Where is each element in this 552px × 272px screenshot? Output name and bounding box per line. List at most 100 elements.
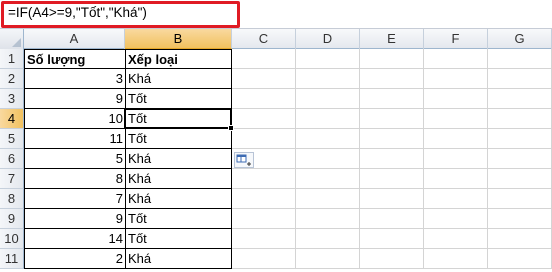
- cell-f5[interactable]: [424, 129, 488, 149]
- paste-options-icon[interactable]: [234, 152, 254, 168]
- cell-f2[interactable]: [424, 69, 488, 89]
- cell-c4[interactable]: [232, 109, 296, 129]
- row-header-6[interactable]: 6: [0, 149, 24, 169]
- row-header-4[interactable]: 4: [0, 109, 24, 129]
- cell-g10[interactable]: [488, 229, 552, 249]
- row-header-8[interactable]: 8: [0, 189, 24, 209]
- cell-g6[interactable]: [488, 149, 552, 169]
- cell-a4[interactable]: 10: [24, 109, 125, 129]
- column-header-f[interactable]: F: [424, 29, 488, 49]
- cell-c8[interactable]: [232, 189, 296, 209]
- cell-d4[interactable]: [296, 109, 360, 129]
- cell-g2[interactable]: [488, 69, 552, 89]
- cell-c2[interactable]: [232, 69, 296, 89]
- cell-d3[interactable]: [296, 89, 360, 109]
- cell-b5[interactable]: Tốt: [125, 129, 232, 149]
- cell-d8[interactable]: [296, 189, 360, 209]
- cell-e11[interactable]: [360, 249, 424, 269]
- cell-e3[interactable]: [360, 89, 424, 109]
- cell-e4[interactable]: [360, 109, 424, 129]
- cell-a5[interactable]: 11: [24, 129, 125, 149]
- cell-a3[interactable]: 9: [24, 89, 125, 109]
- cell-g7[interactable]: [488, 169, 552, 189]
- cell-b4[interactable]: Tốt: [125, 109, 232, 129]
- cell-c5[interactable]: [232, 129, 296, 149]
- cell-a1[interactable]: Số lượng: [24, 49, 125, 69]
- cell-c7[interactable]: [232, 169, 296, 189]
- row-header-5[interactable]: 5: [0, 129, 24, 149]
- cell-a8[interactable]: 7: [24, 189, 125, 209]
- cell-a10[interactable]: 14: [24, 229, 125, 249]
- row-header-10[interactable]: 10: [0, 229, 24, 249]
- cell-c1[interactable]: [232, 49, 296, 69]
- row-header-3[interactable]: 3: [0, 89, 24, 109]
- cell-f6[interactable]: [424, 149, 488, 169]
- cell-g11[interactable]: [488, 249, 552, 269]
- row-header-2[interactable]: 2: [0, 69, 24, 89]
- cell-c9[interactable]: [232, 209, 296, 229]
- column-header-a[interactable]: A: [24, 29, 125, 49]
- row-header-7[interactable]: 7: [0, 169, 24, 189]
- cell-f1[interactable]: [424, 49, 488, 69]
- cell-f7[interactable]: [424, 169, 488, 189]
- cell-d9[interactable]: [296, 209, 360, 229]
- column-header-d[interactable]: D: [296, 29, 360, 49]
- cell-g3[interactable]: [488, 89, 552, 109]
- cell-e5[interactable]: [360, 129, 424, 149]
- cell-b2[interactable]: Khá: [125, 69, 232, 89]
- cell-b6[interactable]: Khá: [125, 149, 232, 169]
- cell-e6[interactable]: [360, 149, 424, 169]
- cell-a9[interactable]: 9: [24, 209, 125, 229]
- cell-e7[interactable]: [360, 169, 424, 189]
- cell-c11[interactable]: [232, 249, 296, 269]
- cell-d10[interactable]: [296, 229, 360, 249]
- cell-b9[interactable]: Tốt: [125, 209, 232, 229]
- row-header-11[interactable]: 11: [0, 249, 24, 269]
- cell-a6[interactable]: 5: [24, 149, 125, 169]
- cell-d2[interactable]: [296, 69, 360, 89]
- cell-g8[interactable]: [488, 189, 552, 209]
- cell-e9[interactable]: [360, 209, 424, 229]
- cell-g9[interactable]: [488, 209, 552, 229]
- cell-g4[interactable]: [488, 109, 552, 129]
- formula-bar[interactable]: =IF(A4>=9,"Tốt","Khá"): [0, 0, 552, 29]
- cell-c10[interactable]: [232, 229, 296, 249]
- cell-e8[interactable]: [360, 189, 424, 209]
- cell-a7[interactable]: 8: [24, 169, 125, 189]
- cell-b3[interactable]: Tốt: [125, 89, 232, 109]
- cell-d6[interactable]: [296, 149, 360, 169]
- cell-c3[interactable]: [232, 89, 296, 109]
- select-all-corner[interactable]: [0, 29, 24, 49]
- cell-a2[interactable]: 3: [24, 69, 125, 89]
- cell-f3[interactable]: [424, 89, 488, 109]
- cell-d5[interactable]: [296, 129, 360, 149]
- cell-b8[interactable]: Khá: [125, 189, 232, 209]
- column-header-e[interactable]: E: [360, 29, 424, 49]
- spreadsheet-grid[interactable]: ABCDEFG 1 Số lượng Xếp loại 2 3 Khá 3 9 Tốt 4 10 Tố…: [0, 29, 552, 272]
- cell-f11[interactable]: [424, 249, 488, 269]
- cell-f8[interactable]: [424, 189, 488, 209]
- cell-b11[interactable]: Khá: [125, 249, 232, 269]
- row-header-9[interactable]: 9: [0, 209, 24, 229]
- cell-f10[interactable]: [424, 229, 488, 249]
- column-header-c[interactable]: C: [232, 29, 296, 49]
- cell-b10[interactable]: Tốt: [125, 229, 232, 249]
- formula-highlight-box: [1, 1, 240, 28]
- row-header-1[interactable]: 1: [0, 49, 24, 69]
- fill-handle[interactable]: [228, 125, 234, 131]
- cell-g5[interactable]: [488, 129, 552, 149]
- cell-g1[interactable]: [488, 49, 552, 69]
- cell-e10[interactable]: [360, 229, 424, 249]
- cell-b7[interactable]: Khá: [125, 169, 232, 189]
- cell-d7[interactable]: [296, 169, 360, 189]
- cell-d1[interactable]: [296, 49, 360, 69]
- cell-b1[interactable]: Xếp loại: [125, 49, 232, 69]
- cell-a11[interactable]: 2: [24, 249, 125, 269]
- cell-e2[interactable]: [360, 69, 424, 89]
- cell-e1[interactable]: [360, 49, 424, 69]
- cell-d11[interactable]: [296, 249, 360, 269]
- column-header-b[interactable]: B: [125, 29, 232, 49]
- column-header-g[interactable]: G: [488, 29, 552, 49]
- cell-f4[interactable]: [424, 109, 488, 129]
- cell-f9[interactable]: [424, 209, 488, 229]
